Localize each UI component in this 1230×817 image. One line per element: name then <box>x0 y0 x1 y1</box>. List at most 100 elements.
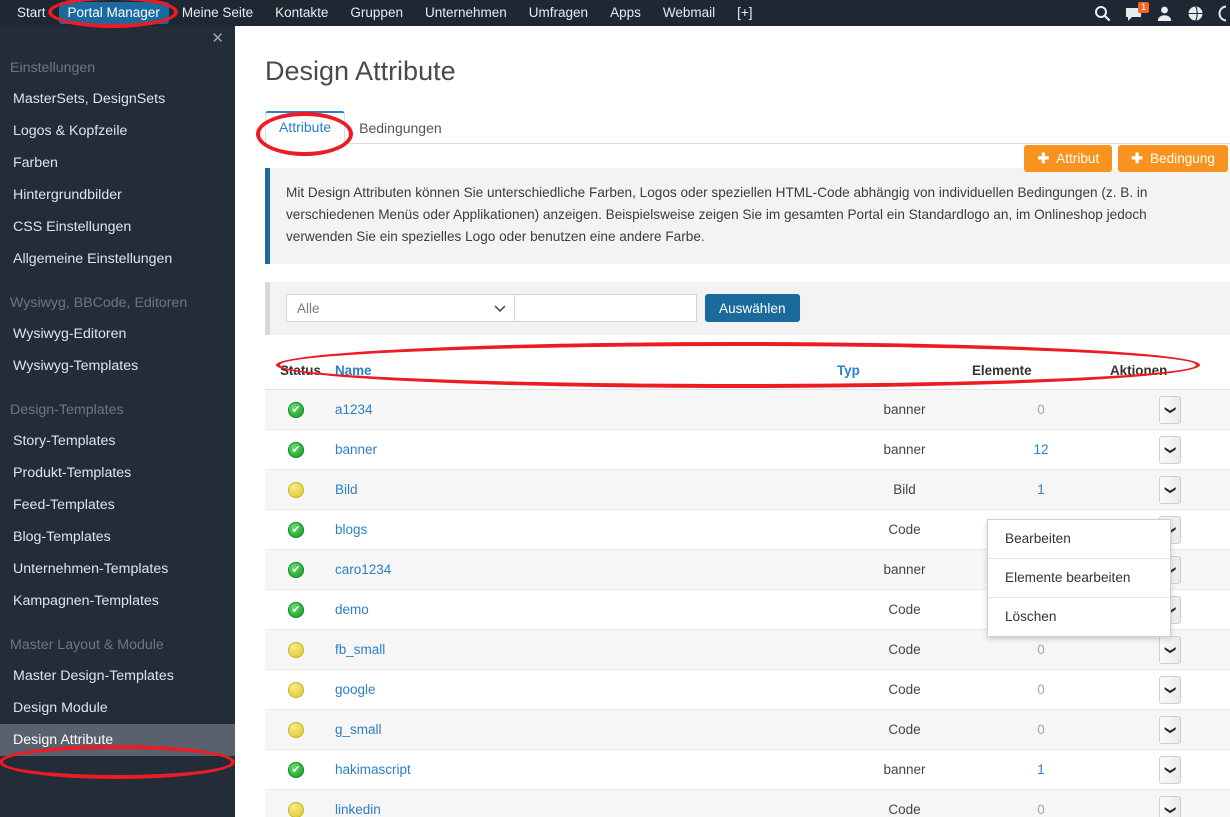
sidebar-item-hintergrundbilder[interactable]: Hintergrundbilder <box>0 179 235 211</box>
nav-item-portal-manager[interactable]: Portal Manager <box>58 2 169 24</box>
messages-icon[interactable]: 1 <box>1125 1 1150 22</box>
sidebar-item-farben[interactable]: Farben <box>0 147 235 179</box>
filter-search-input[interactable] <box>514 294 697 322</box>
row-elemente-cell: 0 <box>972 389 1110 430</box>
status-active-icon <box>288 401 304 418</box>
row-actions-chevron-down-icon[interactable]: ❮ <box>1159 475 1181 504</box>
menu-item-loeschen[interactable]: Löschen <box>988 598 1170 636</box>
sidebar-item-design-attribute[interactable]: Design Attribute <box>0 724 235 756</box>
nav-item-webmail[interactable]: Webmail <box>652 0 726 26</box>
row-name-cell: a1234 <box>327 389 837 430</box>
row-actions-chevron-down-icon[interactable]: ❮ <box>1159 395 1181 424</box>
row-elemente-cell[interactable]: 1 <box>972 469 1110 510</box>
row-name-link[interactable]: blogs <box>335 522 367 537</box>
row-typ-cell: banner <box>837 549 972 590</box>
menu-item-elemente-bearbeiten[interactable]: Elemente bearbeiten <box>988 559 1170 598</box>
row-name-link[interactable]: fb_small <box>335 642 385 657</box>
plus-icon: ✚ <box>1131 150 1143 166</box>
row-actions-chevron-down-icon[interactable]: ❮ <box>1159 715 1181 744</box>
row-elemente-cell[interactable]: 12 <box>972 429 1110 470</box>
row-name-link[interactable]: hakimascript <box>335 762 411 777</box>
close-icon[interactable]: ✕ <box>211 31 224 47</box>
nav-item-start[interactable]: Start <box>6 0 57 26</box>
top-nav-items: Start Portal Manager Meine Seite Kontakt… <box>0 0 764 26</box>
top-navigation-bar: Start Portal Manager Meine Seite Kontakt… <box>0 0 1230 26</box>
partial-icon[interactable] <box>1218 5 1226 22</box>
sidebar-item-design-module[interactable]: Design Module <box>0 692 235 724</box>
nav-item-more[interactable]: [+] <box>726 0 763 26</box>
row-name-link[interactable]: linkedin <box>335 802 381 817</box>
row-elemente-link[interactable]: 12 <box>1033 442 1048 457</box>
row-actions-chevron-down-icon[interactable]: ❮ <box>1159 755 1181 784</box>
sidebar-item-logos-kopfzeile[interactable]: Logos & Kopfzeile <box>0 115 235 147</box>
status-inactive-icon <box>288 681 304 698</box>
sidebar-item-kampagnen-templates[interactable]: Kampagnen-Templates <box>0 585 235 617</box>
tab-bedingungen[interactable]: Bedingungen <box>345 113 456 144</box>
chevron-down-icon <box>494 301 506 316</box>
row-actions-chevron-down-icon[interactable]: ❮ <box>1159 435 1181 464</box>
sidebar-group-master-layout-title: Master Layout & Module <box>10 637 164 653</box>
row-elemente-cell[interactable]: 1 <box>972 749 1110 790</box>
row-name-cell: linkedin <box>327 789 837 817</box>
row-actions-chevron-down-icon[interactable]: ❮ <box>1159 635 1181 664</box>
row-status-cell <box>265 389 327 430</box>
info-text: Mit Design Attributen können Sie untersc… <box>286 185 1148 244</box>
row-elemente-link[interactable]: 1 <box>1037 482 1045 497</box>
row-actions-chevron-down-icon[interactable]: ❮ <box>1159 675 1181 704</box>
row-name-link[interactable]: a1234 <box>335 402 373 417</box>
nav-item-apps[interactable]: Apps <box>599 0 652 26</box>
tab-attribute[interactable]: Attribute <box>265 111 346 144</box>
globe-icon[interactable] <box>1187 5 1204 22</box>
sidebar-item-wysiwyg-templates[interactable]: Wysiwyg-Templates <box>0 350 235 382</box>
sidebar-item-master-design-templates[interactable]: Master Design-Templates <box>0 660 235 692</box>
row-actions-cell: ❮ <box>1110 389 1230 430</box>
add-bedingung-button[interactable]: ✚ Bedingung <box>1118 145 1228 172</box>
sidebar-item-story-templates[interactable]: Story-Templates <box>0 425 235 457</box>
row-typ-cell: banner <box>837 429 972 470</box>
filter-select[interactable]: Alle <box>286 294 514 322</box>
column-header-typ[interactable]: Typ <box>837 353 972 390</box>
row-name-link[interactable]: demo <box>335 602 369 617</box>
nav-item-unternehmen[interactable]: Unternehmen <box>414 0 518 26</box>
tab-bar: Attribute Bedingungen <box>265 111 1230 144</box>
row-status-cell <box>265 789 327 817</box>
sidebar-item-feed-templates[interactable]: Feed-Templates <box>0 489 235 521</box>
row-name-link[interactable]: banner <box>335 442 377 457</box>
add-attribut-label: Attribut <box>1056 151 1100 166</box>
search-icon[interactable] <box>1094 5 1111 22</box>
row-name-link[interactable]: g_small <box>335 722 382 737</box>
sidebar-group-design-templates-title: Design-Templates <box>10 402 124 418</box>
row-actions-cell: ❮ <box>1110 669 1230 710</box>
row-actions-cell: ❮ <box>1110 429 1230 470</box>
add-attribut-button[interactable]: ✚ Attribut <box>1024 145 1113 172</box>
row-status-cell <box>265 749 327 790</box>
add-bedingung-label: Bedingung <box>1149 151 1215 166</box>
nav-item-gruppen[interactable]: Gruppen <box>339 0 414 26</box>
row-actions-cell: ❮ <box>1110 749 1230 790</box>
row-name-link[interactable]: caro1234 <box>335 562 391 577</box>
sidebar-item-blog-templates[interactable]: Blog-Templates <box>0 521 235 553</box>
column-header-name[interactable]: Name <box>327 353 837 390</box>
menu-item-bearbeiten[interactable]: Bearbeiten <box>988 520 1170 559</box>
row-elemente-value: 0 <box>1037 802 1045 817</box>
sidebar-item-allgemeine-einstellungen[interactable]: Allgemeine Einstellungen <box>0 243 235 275</box>
row-elemente-value: 0 <box>1037 682 1045 697</box>
auswaehlen-button[interactable]: Auswählen <box>705 294 800 322</box>
sidebar-item-unternehmen-templates[interactable]: Unternehmen-Templates <box>0 553 235 585</box>
row-name-link[interactable]: Bild <box>335 482 358 497</box>
row-status-cell <box>265 469 327 510</box>
sidebar-item-mastersets-designsets[interactable]: MasterSets, DesignSets <box>0 83 235 115</box>
sidebar-item-css-einstellungen[interactable]: CSS Einstellungen <box>0 211 235 243</box>
sidebar-item-wysiwyg-editoren[interactable]: Wysiwyg-Editoren <box>0 318 235 350</box>
nav-item-kontakte[interactable]: Kontakte <box>264 0 339 26</box>
row-typ-cell: Code <box>837 629 972 670</box>
row-elemente-link[interactable]: 1 <box>1037 762 1045 777</box>
nav-item-umfragen[interactable]: Umfragen <box>518 0 599 26</box>
nav-item-meine-seite[interactable]: Meine Seite <box>171 0 264 26</box>
column-header-status: Status <box>265 353 327 390</box>
sidebar-item-produkt-templates[interactable]: Produkt-Templates <box>0 457 235 489</box>
row-actions-cell: ❮ <box>1110 469 1230 510</box>
row-actions-chevron-down-icon[interactable]: ❮ <box>1159 795 1181 817</box>
row-name-link[interactable]: google <box>335 682 376 697</box>
user-icon[interactable] <box>1156 5 1173 22</box>
